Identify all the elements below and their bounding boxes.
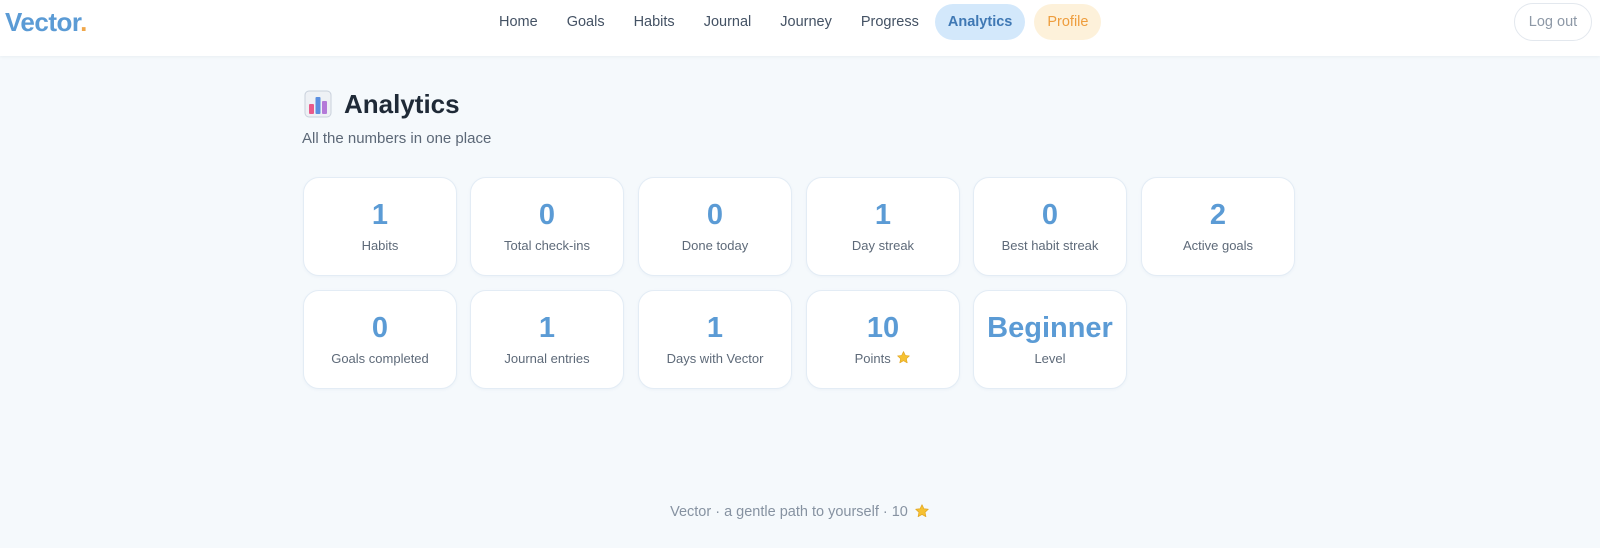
nav-item-progress[interactable]: Progress [848,4,932,40]
stat-card-done-today: 0 Done today [638,177,792,276]
main-nav: Home Goals Habits Journal Journey Progre… [486,4,1104,40]
stat-value: 1 [874,199,892,231]
stat-card-days-with-vector: 1 Days with Vector [638,290,792,389]
stat-label: Points [807,350,959,368]
stat-card-best-habit-streak: 0 Best habit streak [973,177,1127,276]
stat-value: 1 [371,199,389,231]
stat-label: Done today [681,238,749,253]
stat-label: Goals completed [331,351,429,366]
stat-label: Level [1034,351,1066,366]
stat-label-text: Points [854,351,891,366]
page-title: Analytics [344,89,460,119]
nav-item-journey[interactable]: Journey [767,4,845,40]
nav-item-goals[interactable]: Goals [554,4,618,40]
stat-value: Beginner [987,312,1113,344]
stat-card-active-goals: 2 Active goals [1141,177,1295,276]
nav-item-habits[interactable]: Habits [621,4,688,40]
stat-value: 1 [538,312,556,344]
app-logo[interactable]: Vector. [5,9,87,35]
logo-text: Vector [5,7,81,37]
page-header: Analytics [304,88,460,120]
stat-label: Best habit streak [1001,238,1099,253]
page-footer: Vector · a gentle path to yourself · 10 [0,503,1600,520]
stat-value: 0 [1041,199,1059,231]
stat-label: Journal entries [504,351,590,366]
bar-chart-icon [304,90,332,118]
star-icon [914,503,930,519]
nav-item-profile[interactable]: Profile [1034,4,1102,40]
top-header: Vector. Home Goals Habits Journal Journe… [0,0,1600,56]
stat-card-points: 10 Points [806,290,960,389]
logo-dot: . [80,7,87,37]
stat-card-journal-entries: 1 Journal entries [470,290,624,389]
stat-value: 10 [866,312,900,344]
stat-card-day-streak: 1 Day streak [806,177,960,276]
nav-item-analytics[interactable]: Analytics [934,4,1026,40]
stat-value: 1 [706,312,724,344]
nav-item-journal[interactable]: Journal [691,4,765,40]
stat-label: Days with Vector [666,351,764,366]
stat-label: Active goals [1182,238,1254,253]
nav-item-home[interactable]: Home [486,4,551,40]
stat-value: 2 [1209,199,1227,231]
stat-card-goals-completed: 0 Goals completed [303,290,457,389]
page-subtitle: All the numbers in one place [302,130,492,147]
stat-card-level: Beginner Level [973,290,1127,389]
stat-card-total-check-ins: 0 Total check-ins [470,177,624,276]
logout-button[interactable]: Log out [1514,3,1592,41]
stat-label: Total check-ins [504,238,590,253]
stat-card-habits: 1 Habits [303,177,457,276]
star-icon [896,350,911,365]
stat-label: Habits [361,238,399,253]
footer-text: Vector · a gentle path to yourself · 10 [670,504,908,520]
stat-value: 0 [371,312,389,344]
stat-value: 0 [538,199,556,231]
stat-label: Day streak [851,238,915,253]
stat-value: 0 [706,199,724,231]
